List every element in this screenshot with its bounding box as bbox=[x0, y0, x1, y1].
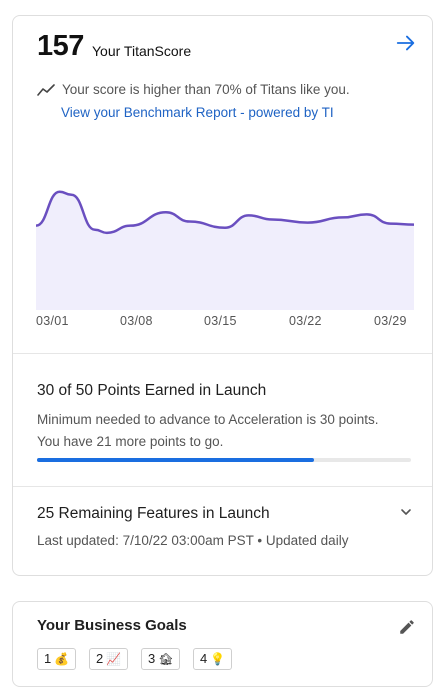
divider bbox=[13, 486, 432, 487]
trending-up-icon bbox=[37, 84, 55, 96]
points-description: Minimum needed to advance to Acceleratio… bbox=[37, 409, 417, 453]
x-tick-label: 03/08 bbox=[120, 314, 153, 328]
x-tick-label: 03/15 bbox=[204, 314, 237, 328]
chart-increasing-icon: 📈 bbox=[106, 652, 122, 666]
pencil-icon[interactable] bbox=[398, 618, 416, 636]
titanscore-card: 157 Your TitanScore Your score is higher… bbox=[12, 15, 433, 576]
money-bag-icon: 💰 bbox=[54, 652, 70, 666]
chart-area bbox=[36, 191, 414, 310]
points-title: 30 of 50 Points Earned in Launch bbox=[37, 382, 267, 399]
goal-number: 4 bbox=[200, 651, 208, 666]
goal-chip[interactable]: 2 📈 bbox=[89, 648, 129, 670]
score-value: 157 bbox=[37, 30, 84, 62]
x-tick-label: 03/29 bbox=[374, 314, 407, 328]
arrow-right-icon[interactable] bbox=[395, 32, 417, 54]
points-progress-bar bbox=[37, 458, 411, 462]
divider bbox=[13, 353, 432, 354]
goal-chip[interactable]: 1 💰 bbox=[37, 648, 77, 670]
progress-fill bbox=[37, 458, 314, 462]
score-label: Your TitanScore bbox=[92, 43, 192, 59]
points-desc-line: You have 21 more points to go. bbox=[37, 434, 224, 449]
benchmark-report-link[interactable]: View your Benchmark Report - powered by … bbox=[61, 105, 334, 120]
goal-number: 1 bbox=[44, 651, 52, 666]
goal-number: 2 bbox=[96, 651, 104, 666]
score-chart bbox=[36, 190, 414, 310]
features-title: 25 Remaining Features in Launch bbox=[37, 505, 270, 522]
house-icon: 🏚 bbox=[158, 652, 174, 666]
goal-number: 3 bbox=[148, 651, 156, 666]
x-tick-label: 03/01 bbox=[36, 314, 69, 328]
business-goals-card: Your Business Goals 1 💰 2 📈 3 🏚 4 💡 bbox=[12, 601, 433, 687]
goal-chip[interactable]: 3 🏚 bbox=[141, 648, 181, 670]
x-tick-label: 03/22 bbox=[289, 314, 322, 328]
light-bulb-icon: 💡 bbox=[210, 652, 226, 666]
goal-chip[interactable]: 4 💡 bbox=[193, 648, 233, 670]
features-updated: Last updated: 7/10/22 03:00am PST • Upda… bbox=[37, 533, 349, 548]
score-comparison: Your score is higher than 70% of Titans … bbox=[62, 82, 350, 97]
points-desc-line: Minimum needed to advance to Acceleratio… bbox=[37, 412, 379, 427]
goals-title: Your Business Goals bbox=[37, 617, 187, 634]
chevron-down-icon[interactable] bbox=[399, 505, 413, 519]
